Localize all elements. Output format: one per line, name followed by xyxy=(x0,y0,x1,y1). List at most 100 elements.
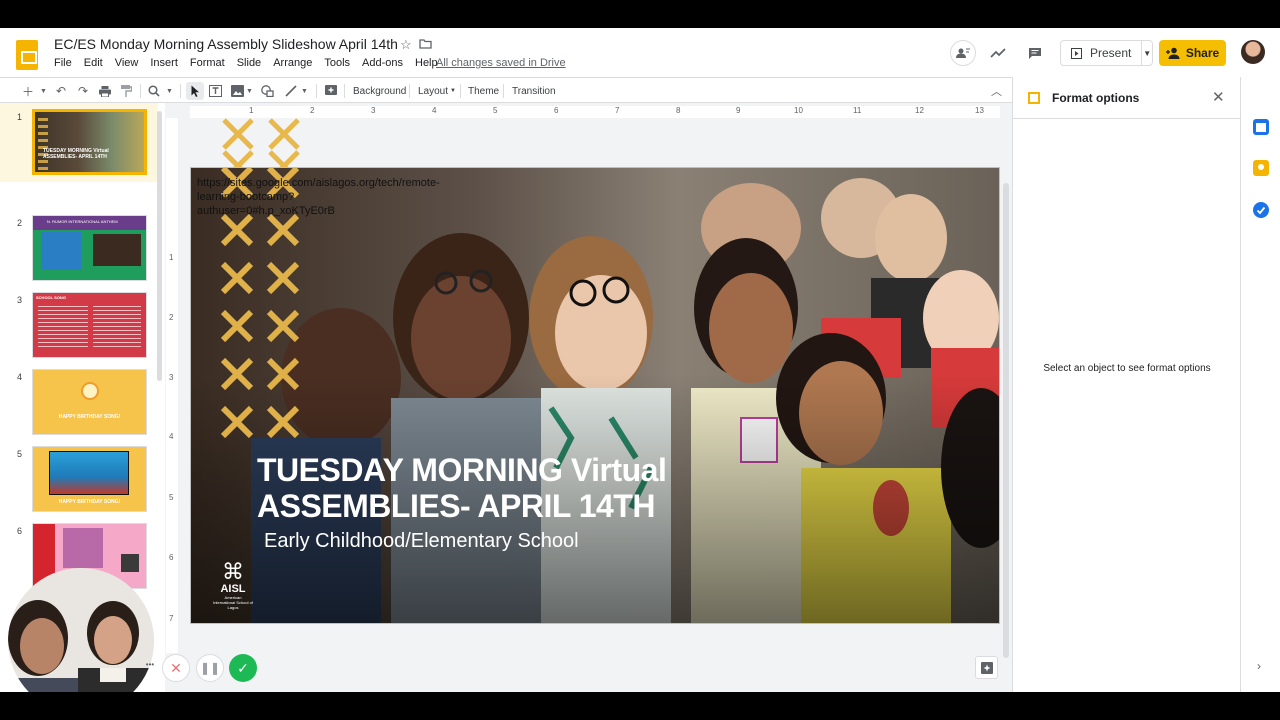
slide-thumbnail-caption: SCHOOL SONG xyxy=(36,295,66,300)
select-tool-icon[interactable] xyxy=(186,82,204,100)
ruler-label: 8 xyxy=(676,106,681,115)
slide-thumbnail-caption: TUESDAY MORNING Virtual ASSEMBLIES- APRI… xyxy=(43,148,109,160)
student-group-photo xyxy=(191,168,999,623)
new-slide-icon[interactable]: ＋ xyxy=(22,82,34,100)
explore-icon xyxy=(980,661,993,674)
menu-arrange[interactable]: Arrange xyxy=(273,57,312,69)
layout-dropdown-icon: ▼ xyxy=(450,88,456,94)
paint-format-icon[interactable] xyxy=(121,82,132,100)
close-icon: ✕ xyxy=(170,659,182,676)
filmstrip-slide-2[interactable]: 2 N. RUMOR INTERNATIONAL ANTHEM xyxy=(0,215,158,287)
horizontal-ruler[interactable]: 1 2 3 4 5 6 7 8 9 10 11 12 13 xyxy=(190,106,1000,118)
side-panel: › xyxy=(1240,77,1280,692)
menu-view[interactable]: View xyxy=(115,57,139,69)
filmstrip-slide-5[interactable]: 5 HAPPY BIRTHDAY SONG! xyxy=(0,446,158,518)
undo-icon[interactable]: ↶ xyxy=(56,82,66,100)
ruler-label: 7 xyxy=(169,614,174,623)
slide-subtitle[interactable]: Early Childhood/Elementary School xyxy=(264,530,579,553)
layout-button[interactable]: Layout ▼ xyxy=(418,82,456,100)
menu-slide[interactable]: Slide xyxy=(237,57,261,69)
format-options-empty-message: Select an object to see format options xyxy=(1043,363,1211,374)
share-button[interactable]: Share xyxy=(1159,40,1226,66)
menu-edit[interactable]: Edit xyxy=(84,57,103,69)
account-avatar[interactable] xyxy=(1241,40,1265,64)
zoom-dropdown-icon[interactable]: ▼ xyxy=(166,82,173,100)
explore-button[interactable] xyxy=(975,656,998,679)
menu-insert[interactable]: Insert xyxy=(150,57,178,69)
slide-thumbnail-caption: HAPPY BIRTHDAY SONG! xyxy=(58,414,121,420)
google-slides-app: EC/ES Monday Morning Assembly Slideshow … xyxy=(0,28,1280,692)
star-icon[interactable]: ☆ xyxy=(400,37,412,53)
filmstrip-slide-3[interactable]: 3 SCHOOL SONG xyxy=(0,292,158,364)
ruler-label: 5 xyxy=(169,493,174,502)
ruler-label: 5 xyxy=(493,106,498,115)
ruler-label: 4 xyxy=(432,106,437,115)
present-dropdown-icon[interactable]: ▼ xyxy=(1142,49,1152,58)
collapse-toolbar-icon[interactable]: ︿ xyxy=(991,82,1002,100)
toolbar: ＋ ▼ ↶ ↷ ▼ ▼ ▼ Background Layout ▼ Theme … xyxy=(0,77,1012,103)
audience-tools-icon[interactable] xyxy=(950,40,976,66)
zoom-icon[interactable] xyxy=(148,82,160,100)
tasks-icon[interactable] xyxy=(1253,202,1269,218)
redo-icon[interactable]: ↷ xyxy=(78,82,88,100)
ruler-label: 2 xyxy=(310,106,315,115)
close-icon[interactable]: ✕ xyxy=(1212,88,1225,106)
filmstrip-slide-4[interactable]: 4 HAPPY BIRTHDAY SONG! xyxy=(0,369,158,441)
shape-icon[interactable] xyxy=(261,82,274,100)
calendar-icon[interactable] xyxy=(1253,119,1269,135)
ruler-label: 1 xyxy=(169,253,174,262)
slide-url-text[interactable]: https://sites.google.com/aislagos.org/te… xyxy=(197,176,440,218)
pause-icon: ❚❚ xyxy=(199,661,221,675)
present-button[interactable]: Present ▼ xyxy=(1060,40,1153,66)
slide-title[interactable]: TUESDAY MORNING Virtual ASSEMBLIES- APRI… xyxy=(257,452,777,524)
aisl-logo[interactable]: ⌘ AISL American International School of … xyxy=(213,561,253,611)
move-to-folder-icon[interactable] xyxy=(419,37,432,52)
format-options-header: Format options ✕ xyxy=(1013,77,1241,119)
new-slide-dropdown-icon[interactable]: ▼ xyxy=(40,82,47,100)
slide-thumbnail: SCHOOL SONG xyxy=(32,292,147,358)
text-box-icon[interactable] xyxy=(209,82,222,100)
ruler-label: 10 xyxy=(794,106,803,115)
layout-label: Layout xyxy=(418,85,449,97)
keep-icon[interactable] xyxy=(1253,160,1269,176)
finish-recording-button[interactable]: ✓ xyxy=(229,654,257,682)
aisl-logo-name: AISL xyxy=(220,583,246,595)
filmstrip-slide-1[interactable]: 1 TUESDAY MORNING Virtual ASSEMBLIES- AP… xyxy=(0,109,158,181)
ruler-label: 1 xyxy=(249,106,254,115)
image-dropdown-icon[interactable]: ▼ xyxy=(246,82,253,100)
insert-image-icon[interactable] xyxy=(231,82,244,100)
ruler-label: 3 xyxy=(169,373,174,382)
save-status[interactable]: All changes saved in Drive xyxy=(436,57,566,69)
share-label: Share xyxy=(1185,46,1220,60)
transition-button[interactable]: Transition xyxy=(512,82,556,100)
menu-help[interactable]: Help xyxy=(415,57,438,69)
more-options-icon[interactable]: ••• xyxy=(143,657,157,671)
slide-number: 5 xyxy=(17,449,23,459)
pause-recording-button[interactable]: ❚❚ xyxy=(196,654,224,682)
ruler-label: 13 xyxy=(975,106,984,115)
person-add-icon xyxy=(1165,47,1180,59)
slide-title-line-1: TUESDAY MORNING Virtual xyxy=(257,452,667,488)
canvas-scrollbar[interactable] xyxy=(1003,183,1009,658)
print-icon[interactable] xyxy=(99,82,111,100)
menu-tools[interactable]: Tools xyxy=(324,57,350,69)
ruler-label: 3 xyxy=(371,106,376,115)
slides-logo-icon[interactable] xyxy=(16,40,38,70)
menu-add-ons[interactable]: Add-ons xyxy=(362,57,403,69)
expand-side-panel-icon[interactable]: › xyxy=(1257,659,1261,673)
line-dropdown-icon[interactable]: ▼ xyxy=(301,82,308,100)
menu-file[interactable]: File xyxy=(54,57,72,69)
menu-format[interactable]: Format xyxy=(190,57,225,69)
cancel-recording-button[interactable]: ✕ xyxy=(162,654,190,682)
slide-thumbnail-caption: N. RUMOR INTERNATIONAL ANTHEM xyxy=(47,219,118,224)
line-icon[interactable] xyxy=(285,82,297,100)
filmstrip-scrollbar[interactable] xyxy=(157,111,162,381)
add-comment-icon[interactable] xyxy=(325,82,337,100)
background-button[interactable]: Background xyxy=(353,82,406,100)
current-slide[interactable]: https://sites.google.com/aislagos.org/te… xyxy=(190,167,1000,624)
comment-history-icon[interactable] xyxy=(1022,40,1048,66)
vertical-ruler[interactable]: 1 2 3 4 5 6 7 xyxy=(166,118,178,653)
document-title[interactable]: EC/ES Monday Morning Assembly Slideshow … xyxy=(54,36,398,52)
theme-button[interactable]: Theme xyxy=(468,82,499,100)
activity-dashboard-icon[interactable] xyxy=(985,40,1011,66)
